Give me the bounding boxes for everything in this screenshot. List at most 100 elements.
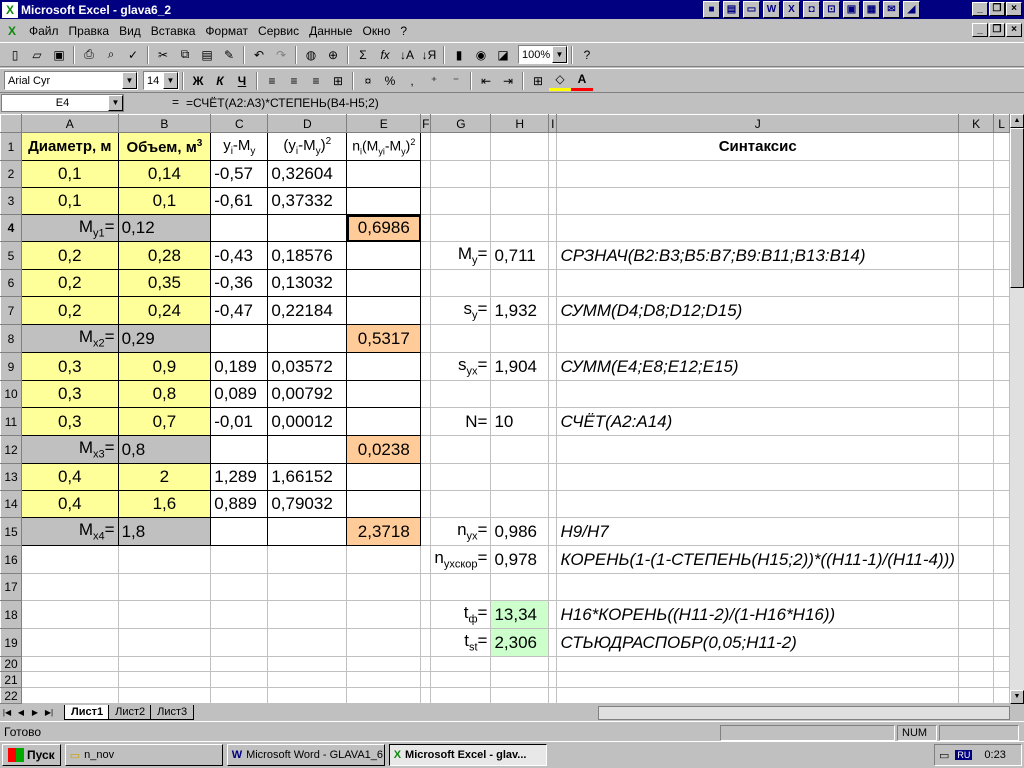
cell[interactable]: [420, 517, 432, 546]
cell[interactable]: [556, 687, 959, 704]
syntax-cell[interactable]: СУММ(E4;E8;E12;E15): [556, 352, 959, 381]
cell[interactable]: [490, 463, 550, 491]
cell[interactable]: 1,66152: [267, 463, 348, 491]
chevron-down-icon[interactable]: ▼: [552, 46, 567, 63]
cell[interactable]: 0,29: [117, 324, 212, 353]
cell[interactable]: [993, 463, 1010, 491]
col-header-c[interactable]: C: [210, 114, 269, 133]
cell[interactable]: [430, 269, 492, 297]
outlook-icon[interactable]: ✉: [883, 1, 900, 18]
cell[interactable]: 0,13032: [267, 269, 348, 297]
cell[interactable]: [21, 573, 119, 601]
access-icon[interactable]: ⊡: [823, 1, 840, 18]
cell[interactable]: [548, 324, 558, 353]
stat-label-cell[interactable]: nyxскор=: [430, 545, 492, 574]
cell[interactable]: 0,978: [490, 545, 550, 574]
col-header-f[interactable]: F: [420, 114, 432, 133]
cell[interactable]: 2,3718: [346, 517, 422, 546]
row-header[interactable]: 22: [0, 687, 22, 704]
cell[interactable]: [993, 132, 1010, 161]
cell[interactable]: 0,03572: [267, 352, 348, 381]
new-icon[interactable]: ▯: [4, 44, 26, 65]
draw-icon[interactable]: ◢: [903, 1, 920, 18]
cell[interactable]: 0,9: [117, 352, 212, 381]
monitor-icon[interactable]: ▭: [939, 749, 949, 762]
cell[interactable]: [957, 545, 995, 574]
cell[interactable]: [430, 687, 492, 704]
cell[interactable]: [993, 573, 1010, 601]
row-header[interactable]: 11: [0, 407, 22, 436]
scroll-thumb[interactable]: [1010, 128, 1024, 288]
cell[interactable]: [556, 490, 959, 518]
decrease-decimal-icon[interactable]: ⁻: [445, 70, 467, 91]
row-header[interactable]: 20: [0, 656, 22, 672]
name-box[interactable]: E4 ▼: [1, 94, 124, 112]
cell[interactable]: [993, 687, 1010, 704]
cell[interactable]: [957, 187, 995, 215]
cell[interactable]: [548, 132, 558, 161]
cell[interactable]: [993, 407, 1010, 436]
cell[interactable]: [430, 463, 492, 491]
cell[interactable]: [556, 656, 959, 672]
cell[interactable]: [346, 600, 422, 629]
sheet-tab-2[interactable]: Лист2: [108, 705, 153, 720]
cell[interactable]: 0,889: [210, 490, 269, 518]
cell[interactable]: [117, 600, 212, 629]
web-toolbar-icon[interactable]: ⊕: [322, 44, 344, 65]
cell[interactable]: [490, 132, 550, 161]
row-header[interactable]: 10: [0, 380, 22, 408]
cell[interactable]: 0,12: [117, 214, 212, 242]
cell[interactable]: 0,3: [21, 380, 119, 408]
cell[interactable]: [957, 435, 995, 464]
cell[interactable]: [267, 545, 348, 574]
increase-indent-icon[interactable]: ⇥: [497, 70, 519, 91]
cell[interactable]: [420, 490, 432, 518]
cell[interactable]: [548, 545, 558, 574]
fill-color-icon[interactable]: ◇: [549, 70, 571, 91]
cell[interactable]: [957, 687, 995, 704]
cell[interactable]: [346, 160, 422, 188]
hyperlink-icon[interactable]: ◍: [300, 44, 322, 65]
cell[interactable]: 1,932: [490, 296, 550, 325]
row-header[interactable]: 2: [0, 160, 22, 188]
col-header-l[interactable]: L: [993, 114, 1010, 133]
row-header[interactable]: 13: [0, 463, 22, 491]
cell[interactable]: [210, 600, 269, 629]
cell[interactable]: 0,35: [117, 269, 212, 297]
cell[interactable]: -0,43: [210, 241, 269, 270]
cell[interactable]: 2,306: [490, 628, 550, 657]
cell[interactable]: [420, 214, 432, 242]
cell[interactable]: [117, 687, 212, 704]
cell[interactable]: [548, 380, 558, 408]
cell[interactable]: [957, 132, 995, 161]
comma-icon[interactable]: ,: [401, 70, 423, 91]
cell[interactable]: [117, 545, 212, 574]
cut-icon[interactable]: ✂: [152, 44, 174, 65]
cell[interactable]: 0,32604: [267, 160, 348, 188]
task-word[interactable]: W Microsoft Word - GLAVA1_6: [226, 744, 385, 766]
cell[interactable]: 0,3: [21, 407, 119, 436]
cell[interactable]: [957, 490, 995, 518]
cell[interactable]: [957, 352, 995, 381]
cell[interactable]: -0,01: [210, 407, 269, 436]
task-folder[interactable]: ▭ n_nov: [64, 744, 223, 766]
first-sheet-icon[interactable]: |◀: [0, 706, 14, 720]
cell[interactable]: [490, 656, 550, 672]
cell[interactable]: 0,4: [21, 490, 119, 518]
function-icon[interactable]: fx: [374, 44, 396, 65]
align-center-icon[interactable]: ≡: [283, 70, 305, 91]
word-icon[interactable]: W: [763, 1, 780, 18]
syntax-cell[interactable]: СУММ(D4;D8;D12;D15): [556, 296, 959, 325]
cell[interactable]: [430, 132, 492, 161]
font-color-icon[interactable]: A: [571, 70, 593, 91]
cell[interactable]: [993, 160, 1010, 188]
cell[interactable]: [346, 380, 422, 408]
cell[interactable]: [420, 380, 432, 408]
cell[interactable]: [993, 628, 1010, 657]
cell[interactable]: 0,189: [210, 352, 269, 381]
horizontal-scrollbar[interactable]: [598, 706, 1010, 720]
cell[interactable]: [490, 573, 550, 601]
col-header-a[interactable]: A: [21, 114, 119, 133]
cell[interactable]: 1,8: [117, 517, 212, 546]
cell[interactable]: [490, 324, 550, 353]
